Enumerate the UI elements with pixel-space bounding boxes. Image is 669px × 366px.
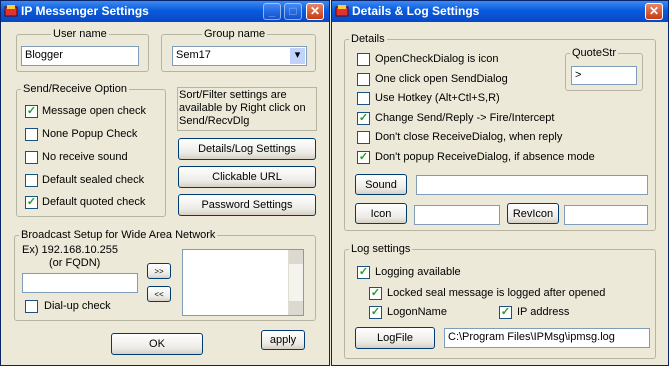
message-open-check-checkbox[interactable]: ✓	[25, 105, 38, 118]
window-title: IP Messenger Settings	[21, 4, 149, 18]
none-popup-check-checkbox[interactable]	[25, 128, 38, 141]
opencheckdialog-is-icon-label: OpenCheckDialog is icon	[375, 53, 499, 65]
maximize-button[interactable]: □	[284, 3, 302, 20]
chevron-down-icon[interactable]: ▾	[290, 48, 305, 64]
one-click-open-senddialog-checkbox[interactable]	[357, 73, 370, 86]
user-name-label: User name	[51, 28, 109, 40]
logon-name-label: LogonName	[387, 306, 447, 318]
dial-up-label: Dial-up check	[44, 300, 111, 312]
minimize-button[interactable]: _	[263, 3, 281, 20]
default-quoted-check-checkbox[interactable]: ✓	[25, 196, 38, 209]
default-sealed-check-checkbox[interactable]	[25, 174, 38, 187]
change-send-reply-label: Change Send/Reply -> Fire/Intercept	[375, 112, 555, 124]
send-receive-label: Send/Receive Option	[21, 83, 129, 95]
logfile-path-input[interactable]: C:\Program Files\IPMsg\ipmsg.log	[444, 328, 650, 348]
user-name-input[interactable]: Blogger	[21, 46, 139, 66]
title-bar[interactable]: IP Messenger Settings _ □ ✕	[1, 1, 329, 22]
details-log-settings-button[interactable]: Details/Log Settings	[178, 138, 316, 160]
remove-arrow-icon: <<	[154, 289, 164, 299]
ip-messenger-app-icon	[4, 5, 18, 17]
maximize-icon: □	[289, 4, 297, 18]
dont-close-receivedialog-label: Don't close ReceiveDialog, when reply	[375, 131, 563, 143]
password-settings-button[interactable]: Password Settings	[178, 194, 316, 216]
icon-button[interactable]: Icon	[355, 203, 407, 224]
one-click-open-senddialog-label: One click open SendDialog	[375, 73, 508, 85]
broadcast-address-input[interactable]	[22, 273, 138, 293]
dial-up-checkbox[interactable]	[25, 300, 38, 313]
quotestr-label: QuoteStr	[570, 47, 619, 59]
use-hotkey-checkbox[interactable]	[357, 92, 370, 105]
default-sealed-check-label: Default sealed check	[42, 174, 145, 186]
change-send-reply-checkbox[interactable]: ✓	[357, 112, 370, 125]
ok-button[interactable]: OK	[111, 333, 203, 355]
broadcast-example-fqdn: (or FQDN)	[49, 257, 101, 269]
minimize-icon: _	[268, 4, 276, 18]
window-title: Details & Log Settings	[352, 4, 480, 18]
opencheckdialog-is-icon-checkbox[interactable]	[357, 53, 370, 66]
group-name-value: Sem17	[176, 49, 211, 61]
scroll-up-icon[interactable]	[289, 250, 303, 264]
broadcast-setup-label: Broadcast Setup for Wide Area Network	[19, 229, 218, 241]
dont-popup-receivedialog-checkbox[interactable]: ✓	[357, 151, 370, 164]
apply-button[interactable]: apply	[261, 330, 305, 350]
broadcast-example-address: Ex) 192.168.10.255	[22, 244, 119, 256]
group-name-select[interactable]: Sem17 ▾	[172, 46, 307, 66]
details-label: Details	[349, 33, 387, 45]
dont-close-receivedialog-checkbox[interactable]	[357, 131, 370, 144]
message-open-check-label: Message open check	[42, 105, 146, 117]
close-icon: ✕	[309, 4, 321, 18]
locked-seal-logged-checkbox[interactable]: ✓	[369, 287, 382, 300]
close-button[interactable]: ✕	[306, 3, 324, 20]
quotestr-input[interactable]: >	[571, 66, 637, 85]
broadcast-address-list[interactable]	[182, 249, 304, 316]
logfile-button[interactable]: LogFile	[355, 327, 435, 349]
title-bar[interactable]: Details & Log Settings ✕	[332, 1, 668, 22]
sort-filter-note: Sort/Filter settings are available by Ri…	[177, 87, 317, 131]
details-log-settings-window: Details & Log Settings ✕ Details OpenChe…	[331, 0, 669, 366]
group-name-label: Group name	[202, 28, 268, 40]
scrollbar[interactable]	[288, 250, 303, 315]
revicon-button[interactable]: RevIcon	[507, 203, 559, 224]
use-hotkey-label: Use Hotkey (Alt+Ctl+S,R)	[375, 92, 500, 104]
logging-available-label: Logging available	[375, 266, 461, 278]
remove-broadcast-button[interactable]: <<	[147, 286, 171, 302]
no-receive-sound-checkbox[interactable]	[25, 151, 38, 164]
locked-seal-logged-label: Locked seal message is logged after open…	[387, 287, 606, 299]
close-icon: ✕	[648, 4, 660, 18]
logging-available-checkbox[interactable]: ✓	[357, 266, 370, 279]
icon-path-input[interactable]	[414, 205, 500, 225]
ip-address-checkbox[interactable]: ✓	[499, 306, 512, 319]
log-settings-label: Log settings	[349, 243, 413, 255]
add-arrow-icon: >>	[154, 266, 164, 276]
close-button[interactable]: ✕	[645, 3, 663, 20]
clickable-url-button[interactable]: Clickable URL	[178, 166, 316, 188]
logon-name-checkbox[interactable]: ✓	[369, 306, 382, 319]
sound-button[interactable]: Sound	[355, 174, 407, 195]
ip-messenger-app-icon	[335, 5, 349, 17]
dont-popup-receivedialog-label: Don't popup ReceiveDialog, if absence mo…	[375, 151, 595, 163]
ip-messenger-settings-window: IP Messenger Settings _ □ ✕ User name Bl…	[0, 0, 330, 366]
scroll-down-icon[interactable]	[289, 301, 303, 315]
sound-path-input[interactable]	[416, 175, 648, 195]
revicon-path-input[interactable]	[564, 205, 648, 225]
no-receive-sound-label: No receive sound	[42, 151, 128, 163]
default-quoted-check-label: Default quoted check	[42, 196, 146, 208]
none-popup-check-label: None Popup Check	[42, 128, 138, 140]
ip-address-label: IP address	[517, 306, 570, 318]
add-broadcast-button[interactable]: >>	[147, 263, 171, 279]
